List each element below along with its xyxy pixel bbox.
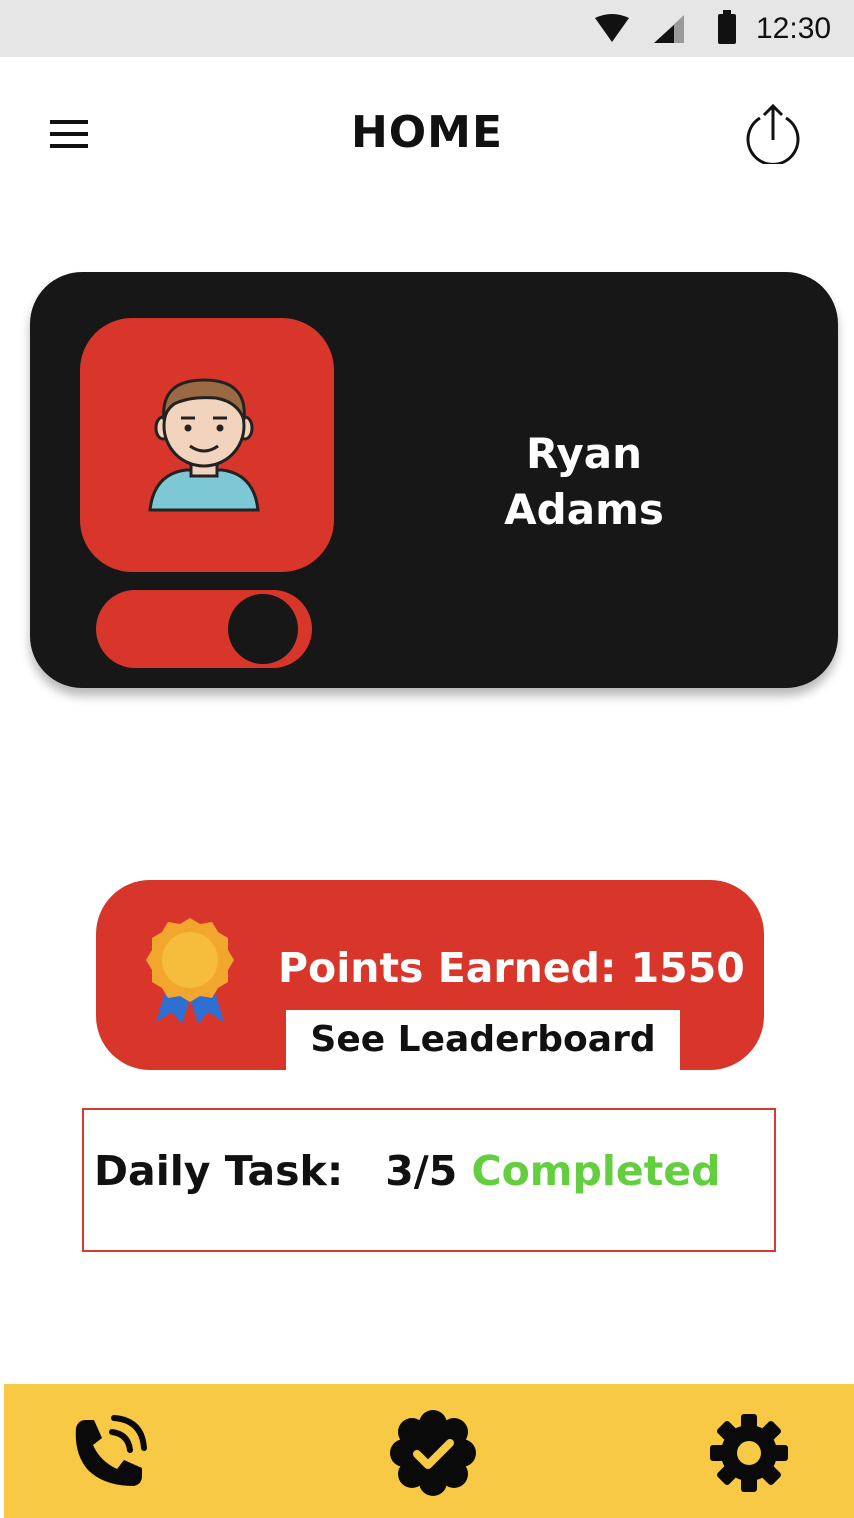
export-icon (746, 103, 800, 166)
status-time: 12:30 (756, 12, 832, 45)
bottom-nav (4, 1384, 854, 1518)
gear-icon (710, 1414, 788, 1492)
status-toggle[interactable] (96, 590, 312, 668)
page-title: HOME (350, 107, 504, 158)
avatar-icon (148, 378, 260, 512)
daily-task-panel: Daily Task: 3/5 Completed (82, 1108, 776, 1252)
daily-task-progress: 3/5 (385, 1147, 458, 1195)
verified-check-icon (390, 1410, 476, 1496)
see-leaderboard-button[interactable]: See Leaderboard (286, 1010, 680, 1070)
daily-task-status: Completed (471, 1147, 721, 1195)
battery-icon (718, 10, 736, 44)
profile-card: Ryan Adams (30, 272, 838, 688)
export-button[interactable] (742, 100, 804, 166)
nav-item-calls[interactable] (66, 1410, 152, 1496)
user-name: Ryan Adams (454, 426, 714, 538)
daily-task-label: Daily Task: (94, 1147, 344, 1195)
user-last-name: Adams (504, 485, 664, 534)
points-earned: Points Earned: 1550 (278, 944, 745, 992)
medal-icon (146, 918, 234, 1024)
signal-icon (654, 15, 684, 43)
toggle-knob (228, 594, 298, 664)
points-card: Points Earned: 1550 See Leaderboard (96, 880, 764, 1070)
avatar[interactable] (80, 318, 334, 572)
nav-item-settings[interactable] (706, 1410, 792, 1496)
phone-call-icon (75, 1415, 147, 1486)
user-first-name: Ryan (525, 429, 643, 478)
daily-task-row: Daily Task: 3/5 Completed (94, 1142, 721, 1200)
nav-item-tasks[interactable] (390, 1410, 476, 1496)
status-bar: 12:30 (0, 0, 854, 57)
wifi-icon (595, 14, 629, 42)
